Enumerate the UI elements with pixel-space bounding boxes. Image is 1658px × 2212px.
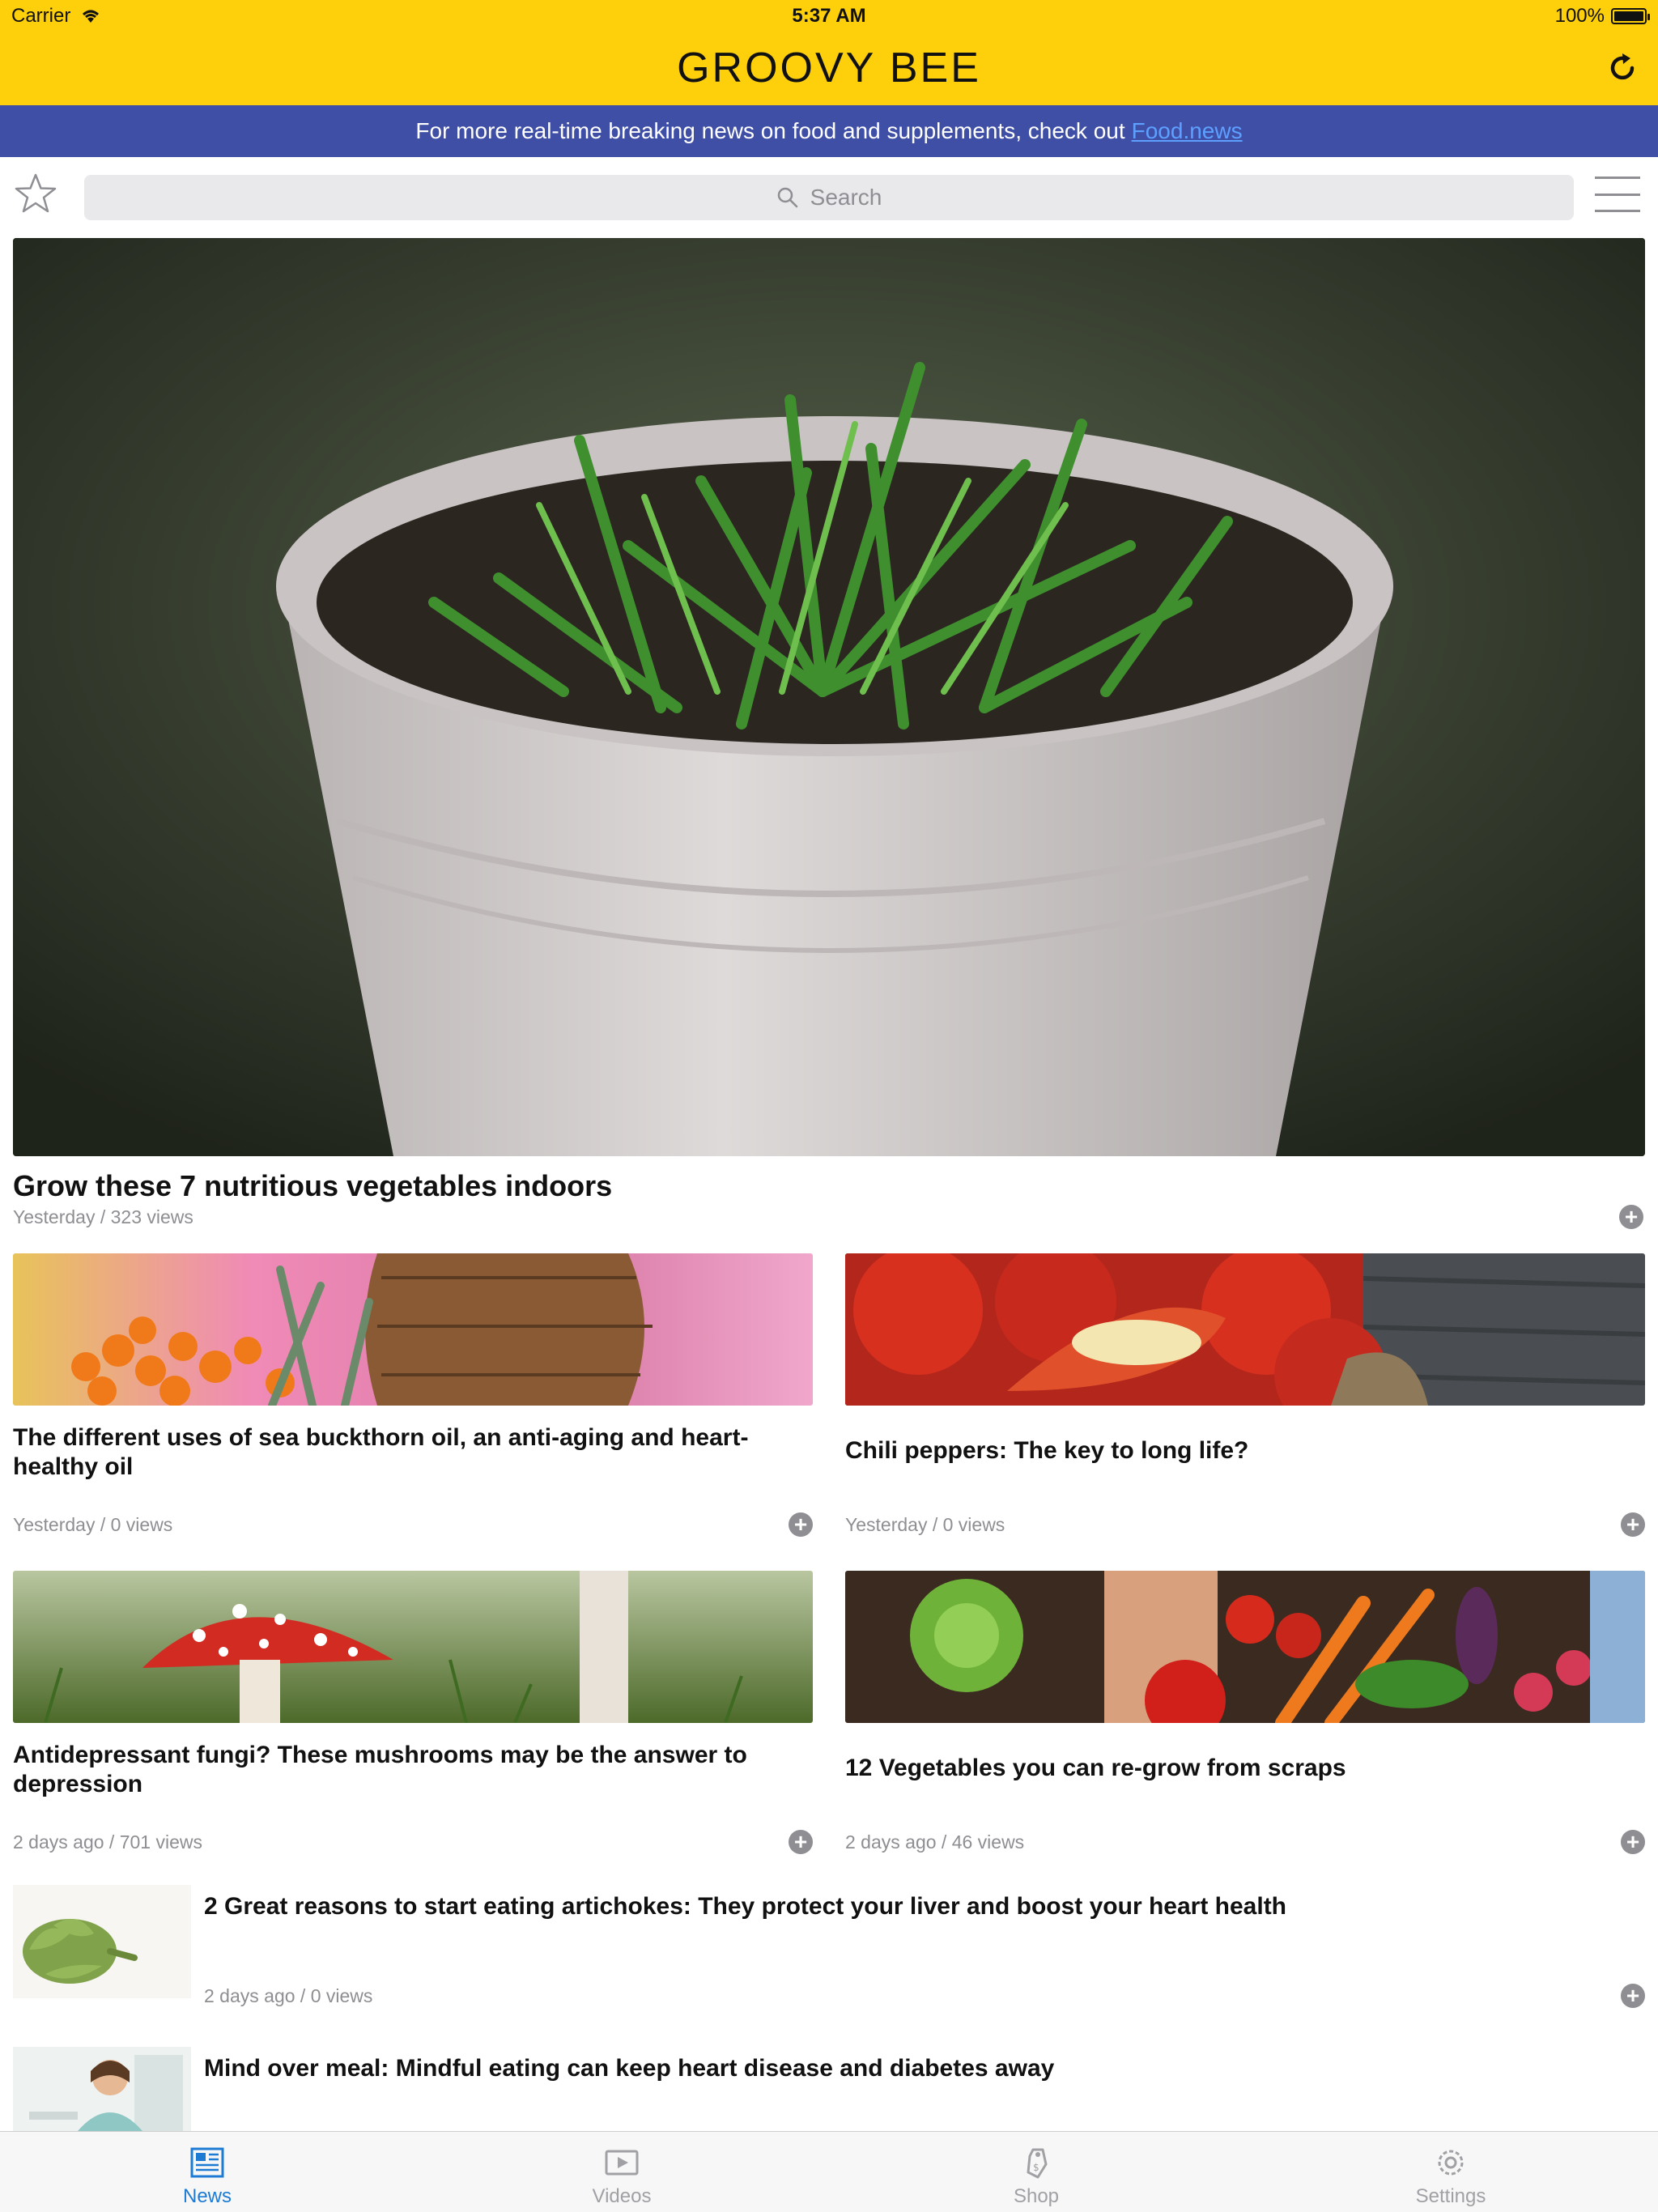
mushrooms-thumbnail: [13, 1571, 813, 1723]
tab-settings[interactable]: Settings: [1244, 2132, 1658, 2212]
tab-settings-label: Settings: [1415, 2185, 1486, 2207]
battery-percent: 100%: [1554, 5, 1605, 27]
article-card-sea-buckthorn[interactable]: The different uses of sea buckthorn oil,…: [13, 1253, 813, 1537]
add-hero-article-button[interactable]: +: [1619, 1205, 1643, 1229]
add-article-button[interactable]: +: [1621, 1512, 1645, 1537]
battery-icon: [1611, 8, 1650, 24]
hero-image[interactable]: [13, 238, 1645, 1156]
hamburger-menu-icon[interactable]: [1595, 177, 1640, 212]
hero-article-meta: Yesterday / 323 views: [13, 1206, 193, 1227]
card-meta: 2 days ago / 46 views: [845, 1831, 1025, 1853]
app-title: GROOVY BEE: [677, 45, 981, 91]
newspaper-icon: [190, 2147, 224, 2178]
tab-shop[interactable]: $ Shop: [829, 2132, 1244, 2212]
article-card-chili-peppers[interactable]: Chili peppers: The key to long life? Yes…: [845, 1253, 1645, 1537]
promo-banner: For more real-time breaking news on food…: [0, 105, 1658, 157]
price-tag-icon: $: [1027, 2148, 1048, 2179]
app-header: Carrier 5:37 AM 100% GROOVY BEE: [0, 0, 1658, 105]
search-placeholder: Search: [810, 185, 882, 210]
article-card-mushrooms[interactable]: Antidepressant fungi? These mushrooms ma…: [13, 1571, 813, 1854]
list-item-title[interactable]: 2 Great reasons to start eating artichok…: [204, 1893, 1286, 1921]
play-video-icon: [605, 2150, 639, 2176]
add-article-button[interactable]: +: [1621, 1830, 1645, 1854]
list-item-artichokes[interactable]: 2 Great reasons to start eating artichok…: [13, 1885, 1645, 2014]
status-time: 5:37 AM: [792, 5, 866, 27]
battery-indicator: 100%: [1554, 5, 1650, 28]
refresh-icon[interactable]: [1605, 50, 1640, 86]
card-meta: Yesterday / 0 views: [845, 1514, 1005, 1535]
vegetables-thumbnail: [845, 1571, 1645, 1723]
article-card-vegetables[interactable]: 12 Vegetables you can re-grow from scrap…: [845, 1571, 1645, 1854]
tab-videos[interactable]: Videos: [414, 2132, 829, 2212]
card-title[interactable]: 12 Vegetables you can re-grow from scrap…: [845, 1754, 1622, 1783]
tab-shop-label: Shop: [1013, 2185, 1060, 2207]
tab-videos-label: Videos: [592, 2185, 652, 2207]
status-bar: Carrier 5:37 AM 100%: [0, 5, 1658, 29]
tab-bar: News Videos $ Shop Settings: [0, 2131, 1658, 2212]
svg-text:$: $: [1033, 2162, 1039, 2173]
search-row: Search: [0, 157, 1658, 236]
gear-icon: [1438, 2150, 1464, 2176]
list-item-title[interactable]: Mind over meal: Mindful eating can keep …: [204, 2055, 1054, 2082]
add-article-button[interactable]: +: [789, 1512, 813, 1537]
add-article-button[interactable]: +: [1621, 1984, 1645, 2008]
hero-article-title[interactable]: Grow these 7 nutritious vegetables indoo…: [13, 1169, 612, 1203]
list-item-mindful-eating[interactable]: Mind over meal: Mindful eating can keep …: [13, 2047, 1645, 2131]
add-article-button[interactable]: +: [789, 1830, 813, 1854]
card-title[interactable]: Antidepressant fungi? These mushrooms ma…: [13, 1741, 790, 1799]
tab-news[interactable]: News: [0, 2132, 414, 2212]
tab-news-label: News: [182, 2185, 232, 2207]
artichoke-thumbnail: [13, 1885, 191, 1998]
card-title[interactable]: The different uses of sea buckthorn oil,…: [13, 1423, 790, 1482]
search-input[interactable]: Search: [84, 175, 1574, 220]
promo-banner-text: For more real-time breaking news on food…: [415, 118, 1125, 143]
star-icon[interactable]: [13, 172, 58, 217]
food-news-link[interactable]: Food.news: [1132, 118, 1243, 144]
card-title[interactable]: Chili peppers: The key to long life?: [845, 1436, 1622, 1465]
list-item-meta: 2 days ago / 0 views: [204, 1985, 373, 2006]
search-icon: [777, 187, 797, 208]
chili-peppers-thumbnail: [845, 1253, 1645, 1406]
card-meta: Yesterday / 0 views: [13, 1514, 173, 1535]
sea-buckthorn-thumbnail: [13, 1253, 813, 1406]
mindful-eating-thumbnail: [13, 2047, 191, 2131]
card-meta: 2 days ago / 701 views: [13, 1831, 202, 1853]
